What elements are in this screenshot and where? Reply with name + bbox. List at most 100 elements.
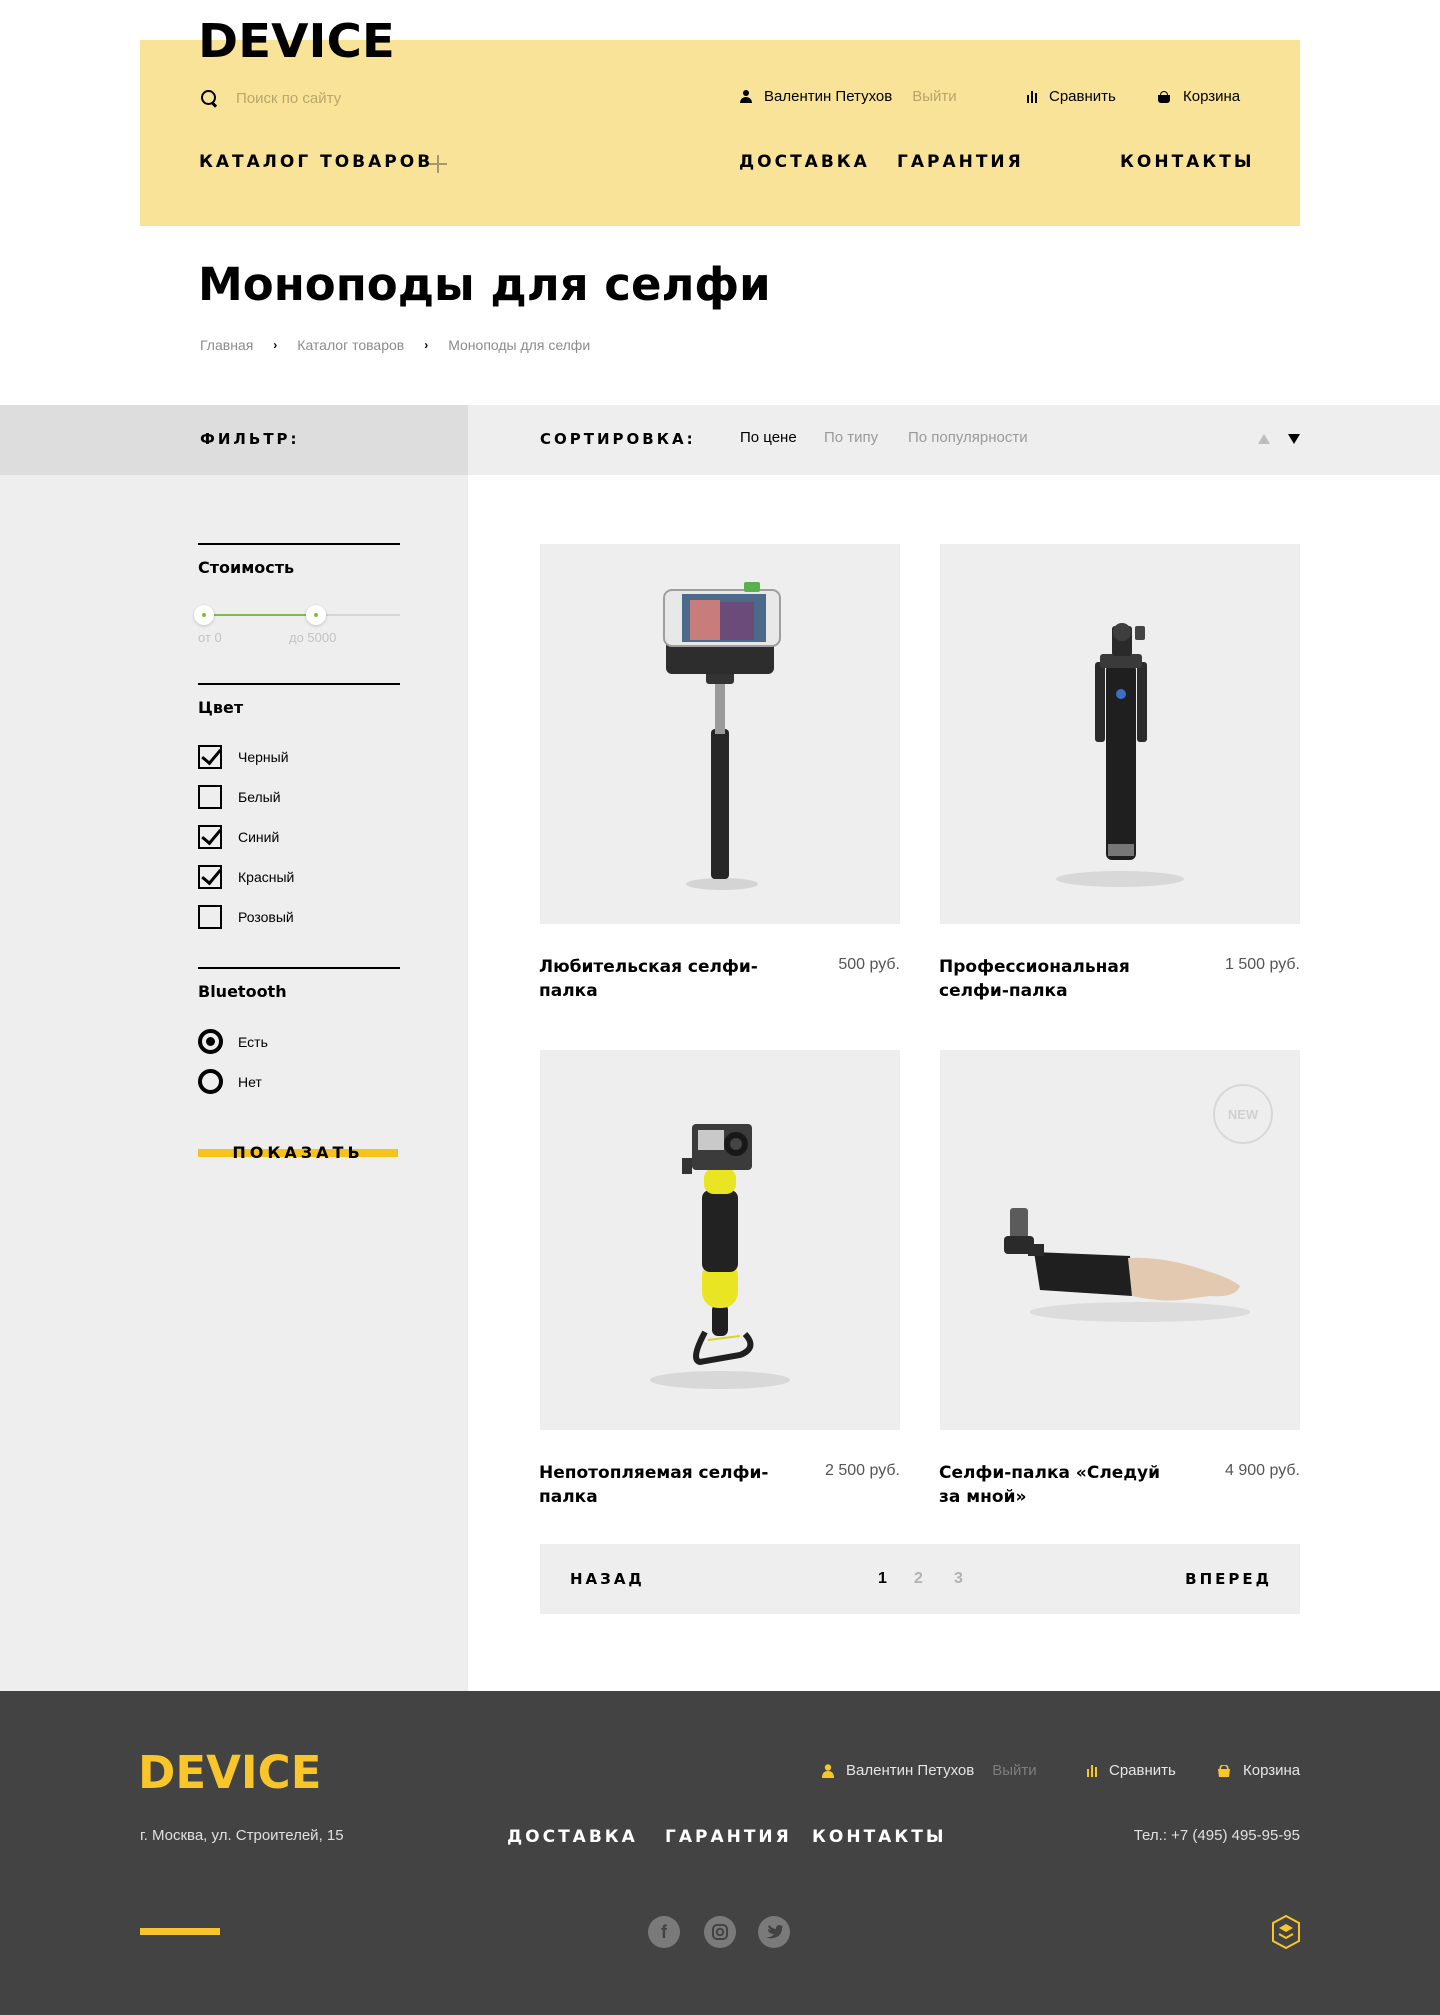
- product-price: 4 900 руб.: [1225, 1462, 1300, 1479]
- floating-grip-action-camera-image: [650, 1124, 790, 1389]
- page-title: Моноподы для селфи: [198, 258, 771, 311]
- color-option-blue[interactable]: Синий: [198, 825, 279, 849]
- footer-logout-link[interactable]: Выйти: [992, 1762, 1036, 1779]
- sort-by-type[interactable]: По типу: [824, 429, 878, 446]
- footer-logo[interactable]: DEVICE: [138, 1746, 321, 1799]
- bluetooth-filter-title: Bluetooth: [198, 982, 287, 1001]
- checkbox[interactable]: [198, 785, 222, 809]
- bluetooth-option-yes[interactable]: Есть: [198, 1029, 268, 1054]
- checkbox[interactable]: [198, 745, 222, 769]
- sort-by-popularity[interactable]: По популярности: [908, 429, 1028, 446]
- pagination-back[interactable]: НАЗАД: [570, 1570, 645, 1588]
- catalog-menu[interactable]: КАТАЛОГ ТОВАРОВ: [199, 152, 433, 172]
- breadcrumb-catalog[interactable]: Каталог товаров: [297, 337, 404, 353]
- product-price: 1 500 руб.: [1225, 956, 1300, 973]
- radio-button[interactable]: [198, 1069, 223, 1094]
- color-option-label: Красный: [238, 869, 295, 885]
- product-name[interactable]: Любительская селфи-палка: [539, 955, 779, 1003]
- price-max-label: до 5000: [289, 630, 337, 645]
- cart-icon: [1157, 90, 1171, 103]
- footer-nav-contacts[interactable]: КОНТАКТЫ: [812, 1827, 946, 1847]
- price-filter-title: Стоимость: [198, 558, 295, 577]
- product-name[interactable]: Непотопляемая селфи-палка: [539, 1461, 809, 1509]
- checkbox[interactable]: [198, 825, 222, 849]
- logo[interactable]: DEVICE: [198, 14, 395, 68]
- color-option-label: Синий: [238, 829, 280, 845]
- checkbox[interactable]: [198, 905, 222, 929]
- search-input[interactable]: [236, 89, 476, 107]
- footer-nav-warranty[interactable]: ГАРАНТИЯ: [665, 1827, 792, 1847]
- footer-user-name[interactable]: Валентин Петухов: [846, 1762, 974, 1779]
- page-1[interactable]: 1: [878, 1570, 887, 1588]
- radio-button[interactable]: [198, 1029, 223, 1054]
- color-option-red[interactable]: Красный: [198, 865, 294, 889]
- nav-delivery[interactable]: ДОСТАВКА: [739, 152, 870, 172]
- developer-badge-icon[interactable]: [1272, 1915, 1300, 1949]
- compare-icon: [1027, 90, 1039, 103]
- bluetooth-option-label: Есть: [238, 1033, 268, 1050]
- color-option-label: Белый: [238, 789, 281, 805]
- twitter-icon[interactable]: [758, 1916, 790, 1948]
- checkbox[interactable]: [198, 865, 222, 889]
- divider: [198, 683, 400, 685]
- sort-by-price[interactable]: По цене: [740, 429, 797, 446]
- user-name-link[interactable]: Валентин Петухов: [764, 88, 892, 105]
- chevron-right-icon: ›: [424, 338, 429, 352]
- compare-icon: [1087, 1764, 1097, 1777]
- footer-nav-delivery[interactable]: ДОСТАВКА: [507, 1827, 638, 1847]
- show-button[interactable]: ПОКАЗАТЬ: [198, 1142, 398, 1164]
- logout-link[interactable]: Выйти: [912, 88, 956, 105]
- page-2[interactable]: 2: [914, 1570, 923, 1588]
- pagination: НАЗАД 1 2 3 ВПЕРЕД: [540, 1544, 1300, 1614]
- user-icon: [822, 1763, 834, 1778]
- footer: [0, 1691, 1440, 2015]
- product-name[interactable]: Профессиональная селфи-палка: [939, 955, 1179, 1003]
- new-badge: NEW: [1213, 1084, 1273, 1144]
- page-3[interactable]: 3: [954, 1570, 963, 1588]
- color-option-label: Розовый: [238, 909, 294, 925]
- footer-address: г. Москва, ул. Строителей, 15: [140, 1827, 344, 1844]
- instagram-icon[interactable]: [704, 1916, 736, 1948]
- divider: [198, 967, 400, 969]
- user-icon: [740, 89, 752, 104]
- product-name[interactable]: Селфи-палка «Следуй за мной»: [939, 1461, 1179, 1509]
- breadcrumb-home[interactable]: Главная: [200, 337, 253, 353]
- show-button-label: ПОКАЗАТЬ: [232, 1143, 364, 1162]
- product-image-pro-stick[interactable]: [940, 544, 1300, 924]
- cart-label: Корзина: [1183, 88, 1241, 105]
- sort-ascending-icon[interactable]: [1258, 434, 1270, 444]
- search-icon[interactable]: [200, 89, 218, 107]
- bluetooth-option-no[interactable]: Нет: [198, 1069, 262, 1094]
- color-filter-title: Цвет: [198, 698, 244, 717]
- nav-warranty[interactable]: ГАРАНТИЯ: [897, 152, 1024, 172]
- price-range-fill: [204, 614, 316, 616]
- footer-cart-link[interactable]: Корзина: [1217, 1762, 1300, 1779]
- color-option-white[interactable]: Белый: [198, 785, 281, 809]
- price-max-handle[interactable]: [305, 605, 326, 625]
- nav-contacts[interactable]: КОНТАКТЫ: [1120, 152, 1254, 172]
- breadcrumb: Главная › Каталог товаров › Моноподы для…: [200, 337, 590, 353]
- breadcrumb-current: Моноподы для селфи: [448, 337, 591, 353]
- footer-compare-link[interactable]: Сравнить: [1087, 1762, 1176, 1779]
- pagination-forward[interactable]: ВПЕРЕД: [1185, 1570, 1272, 1588]
- product-price: 2 500 руб.: [825, 1462, 900, 1479]
- color-option-black[interactable]: Черный: [198, 745, 289, 769]
- facebook-icon[interactable]: f: [648, 1916, 680, 1948]
- sort-label: СОРТИРОВКА:: [540, 430, 696, 448]
- product-image-floating-stick[interactable]: [540, 1050, 900, 1430]
- cart-link[interactable]: Корзина: [1157, 88, 1240, 105]
- price-min-handle[interactable]: [194, 605, 214, 625]
- footer-cart-label: Корзина: [1243, 1762, 1301, 1779]
- divider: [198, 543, 400, 545]
- product-image-amateur-stick[interactable]: [540, 544, 900, 924]
- user-menu: Валентин Петухов Выйти: [740, 88, 957, 105]
- plus-icon[interactable]: [429, 155, 447, 173]
- footer-user-menu: Валентин Петухов Выйти: [822, 1762, 1037, 1779]
- compare-link[interactable]: Сравнить: [1027, 88, 1116, 105]
- footer-accent-bar: [140, 1928, 220, 1935]
- color-option-pink[interactable]: Розовый: [198, 905, 294, 929]
- bluetooth-option-label: Нет: [238, 1073, 262, 1090]
- footer-compare-label: Сравнить: [1109, 1762, 1176, 1779]
- sort-descending-icon[interactable]: [1288, 434, 1300, 444]
- compare-label: Сравнить: [1049, 88, 1116, 105]
